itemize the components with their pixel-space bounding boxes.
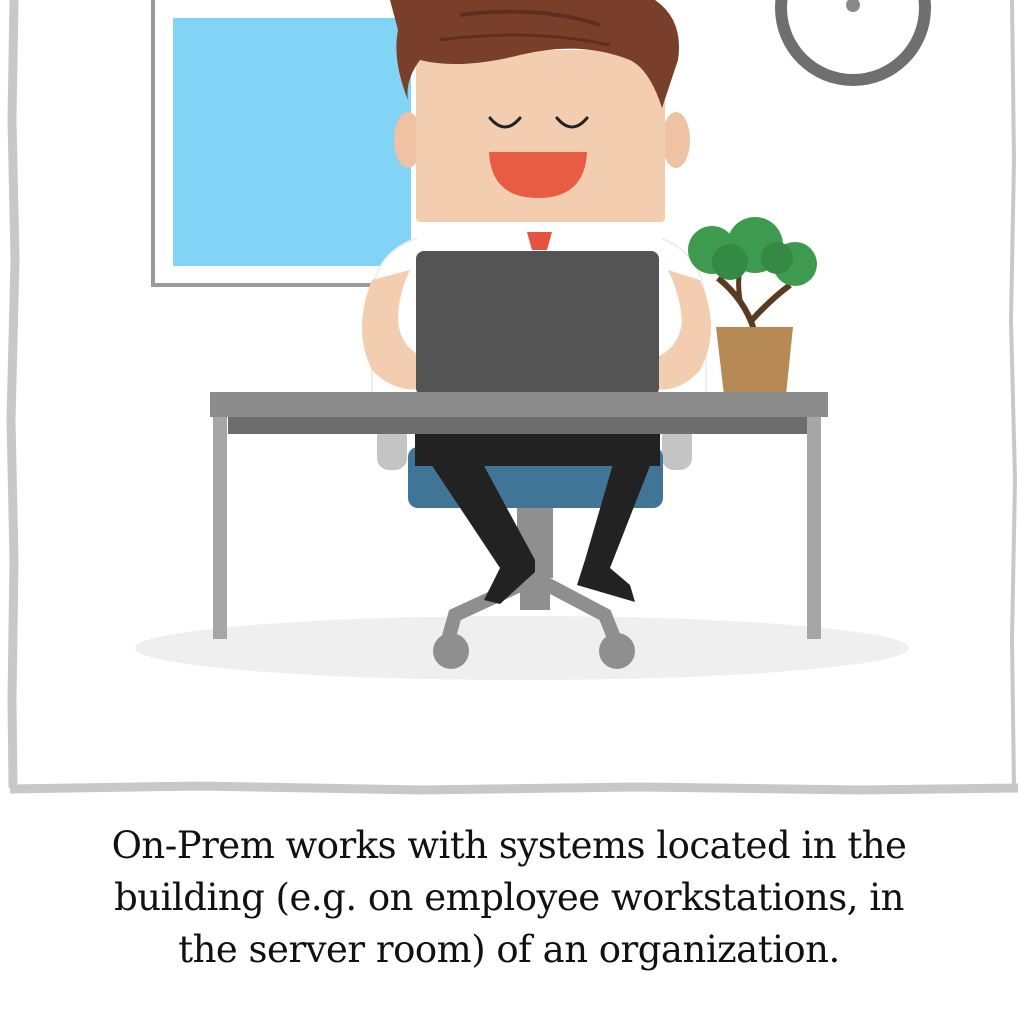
wall-clock-icon — [775, 0, 931, 86]
window-icon — [151, 0, 411, 287]
floor-shadow — [135, 616, 909, 680]
office-illustration — [6, 0, 1018, 795]
caption-line-3: the server room) of an organization. — [178, 928, 840, 971]
laptop-icon — [416, 251, 659, 396]
caption-line-1: On-Prem works with systems located in th… — [111, 824, 907, 867]
caption: On-Prem works with systems located in th… — [0, 820, 1018, 976]
caption-line-2: building (e.g. on employee workstations,… — [114, 876, 904, 919]
